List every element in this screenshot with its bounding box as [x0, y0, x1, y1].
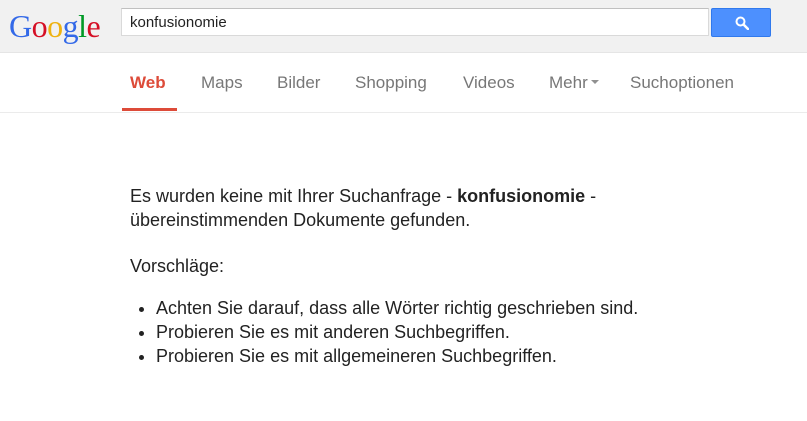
- chevron-down-icon: [590, 79, 599, 84]
- tab-mehr[interactable]: Mehr: [549, 53, 599, 112]
- search-icon: [735, 16, 749, 30]
- list-item: Probieren Sie es mit allgemeineren Suchb…: [156, 344, 670, 368]
- search-input[interactable]: [122, 9, 708, 35]
- list-item: Probieren Sie es mit anderen Suchbegriff…: [156, 320, 670, 344]
- tab-shopping[interactable]: Shopping: [355, 53, 427, 112]
- tab-suchoptionen[interactable]: Suchoptionen: [630, 53, 734, 112]
- logo-letter: g: [62, 8, 79, 44]
- list-item: Achten Sie darauf, dass alle Wörter rich…: [156, 296, 670, 320]
- logo-letter: o: [31, 8, 48, 44]
- logo-letter: e: [86, 8, 101, 44]
- search-box: [121, 8, 709, 36]
- google-logo[interactable]: Google: [9, 7, 101, 45]
- search-button[interactable]: [711, 8, 771, 37]
- tab-web[interactable]: Web: [130, 53, 166, 112]
- logo-letter: G: [9, 8, 32, 44]
- tab-mehr-label: Mehr: [549, 73, 588, 92]
- logo-letter: o: [47, 8, 63, 44]
- no-results-panel: Es wurden keine mit Ihrer Suchanfrage - …: [130, 184, 670, 368]
- tab-maps[interactable]: Maps: [201, 53, 243, 112]
- suggestions-heading: Vorschläge:: [130, 256, 225, 276]
- tab-videos[interactable]: Videos: [463, 53, 515, 112]
- message-prefix: Es wurden keine mit Ihrer Suchanfrage -: [130, 186, 458, 206]
- suggestions-list: Achten Sie darauf, dass alle Wörter rich…: [130, 296, 670, 368]
- top-bar: Google: [0, 0, 807, 53]
- active-tab-indicator: [122, 108, 177, 111]
- no-results-message: Es wurden keine mit Ihrer Suchanfrage - …: [130, 184, 670, 232]
- tab-bilder[interactable]: Bilder: [277, 53, 320, 112]
- search-tabs: Web Maps Bilder Shopping Videos Mehr Suc…: [0, 53, 807, 113]
- logo-letter: l: [78, 8, 87, 44]
- query-term: konfusionomie: [457, 186, 586, 206]
